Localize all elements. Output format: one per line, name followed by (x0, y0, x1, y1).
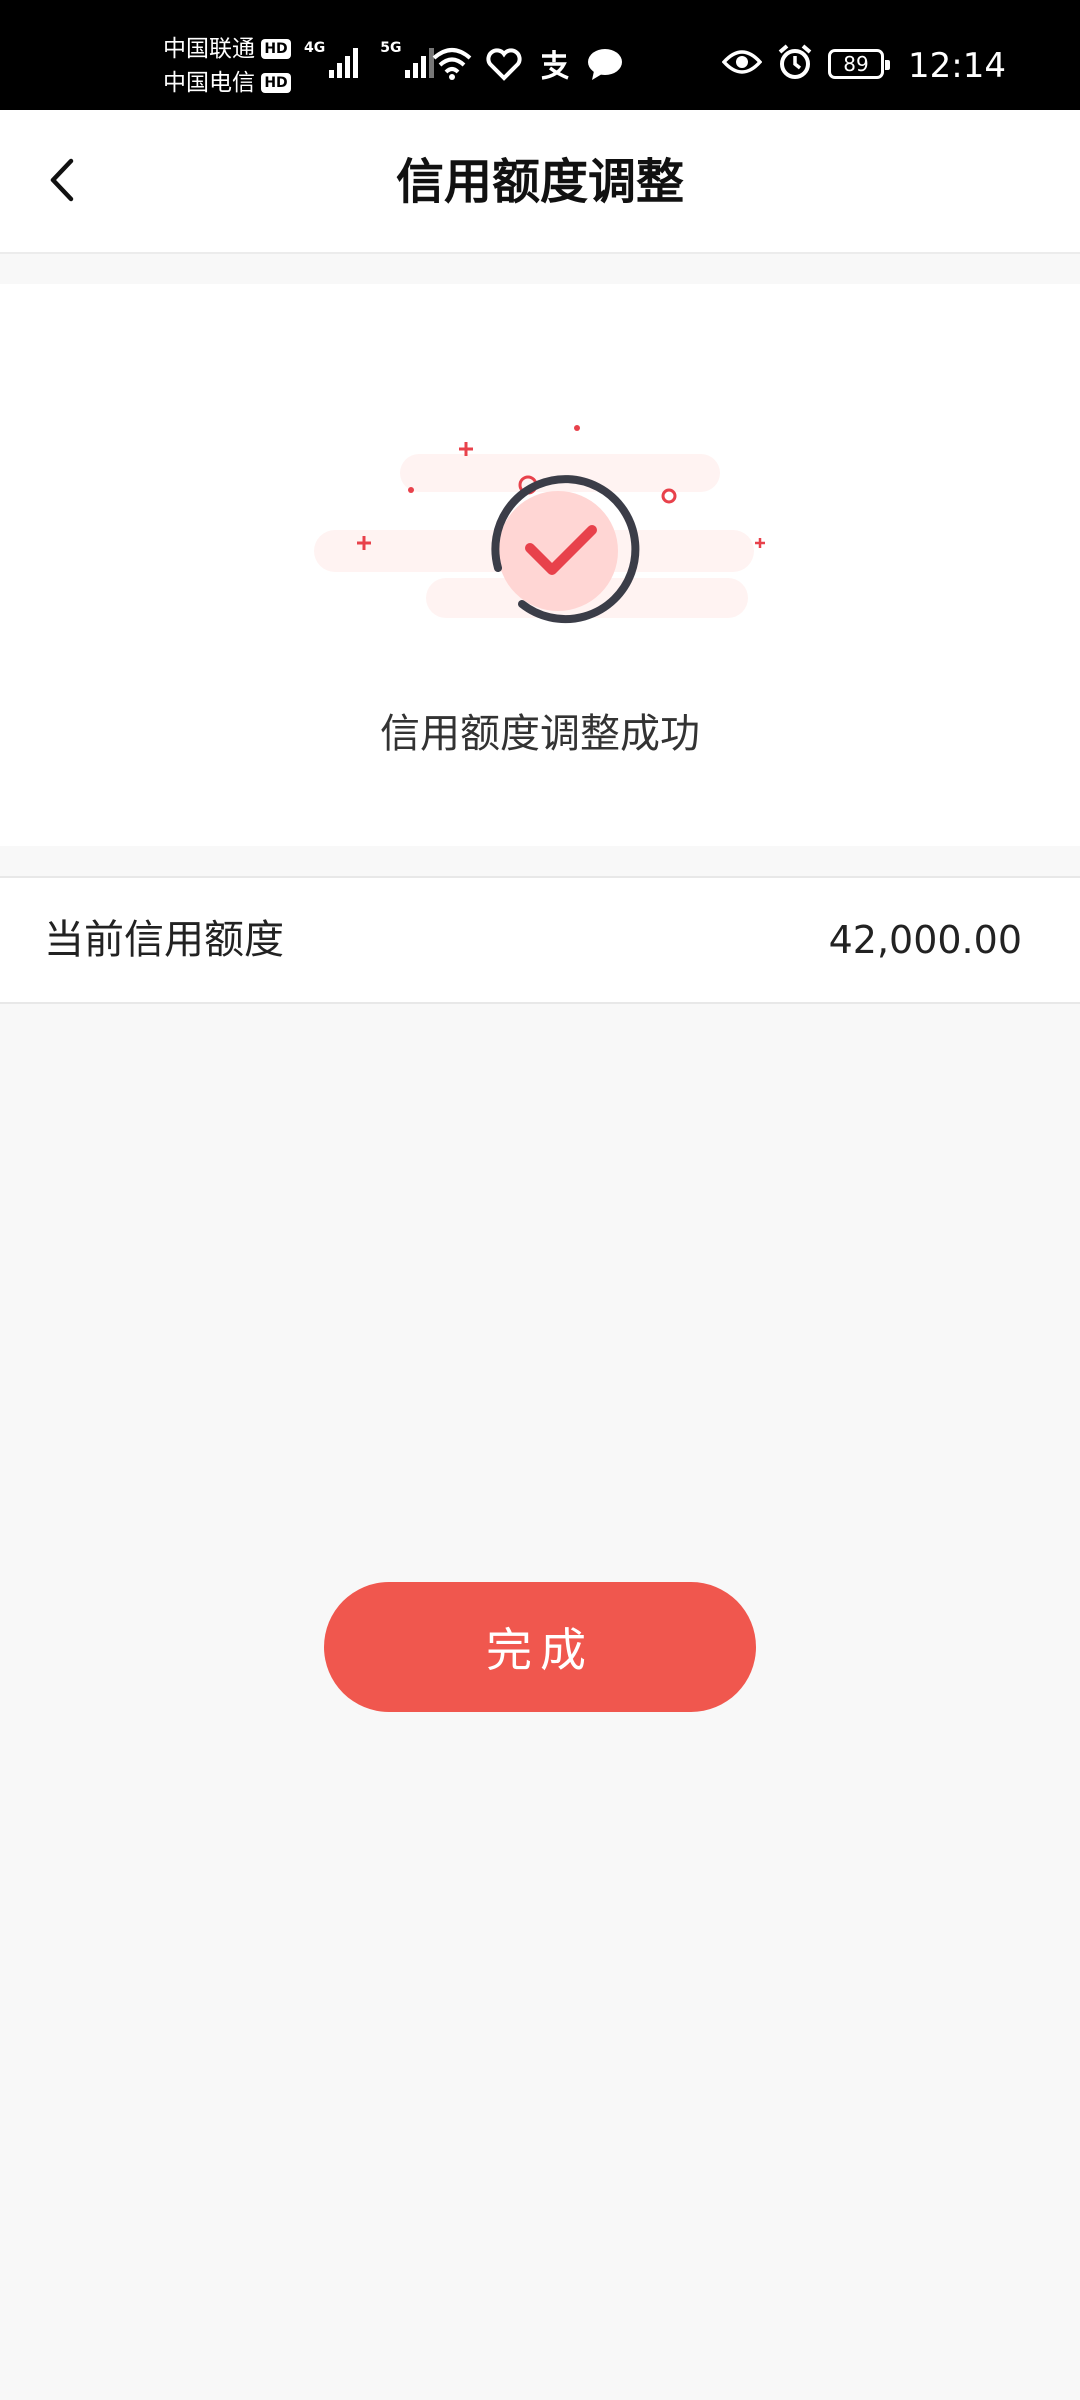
signal-4g-icon: 4G (304, 40, 359, 78)
done-button[interactable]: 完成 (324, 1582, 756, 1712)
result-message: 信用额度调整成功 (380, 711, 700, 757)
alipay-icon (536, 46, 572, 82)
credit-limit-label: 当前信用额度 (44, 917, 284, 963)
nav-bar: 信用额度调整 (0, 110, 1080, 254)
chevron-left-icon (47, 157, 77, 207)
battery-level: 89 (843, 52, 869, 76)
credit-limit-row: 当前信用额度 42,000.00 (0, 876, 1080, 1004)
eye-comfort-icon (721, 48, 763, 80)
hd-badge: HD (261, 39, 291, 59)
battery-icon: 89 (828, 49, 890, 79)
alarm-clock-icon (776, 43, 814, 85)
system-icons: 89 (721, 42, 890, 86)
message-bubble-icon (586, 47, 624, 81)
status-bar: 中国联通 HD 中国电信 HD 4G 5G 89 12:14 (0, 0, 1080, 110)
notification-icons (432, 44, 624, 84)
back-button[interactable] (30, 150, 94, 214)
status-time: 12:14 (908, 46, 1006, 86)
wifi-icon (432, 46, 472, 82)
result-card: 信用额度调整成功 (0, 284, 1080, 846)
network-type-2: 5G (380, 40, 402, 56)
credit-limit-value: 42,000.00 (828, 918, 1022, 962)
health-app-icon (486, 46, 522, 82)
signal-5g-icon: 5G (380, 40, 435, 78)
carrier-1-name: 中国联通 (163, 36, 255, 62)
network-type-1: 4G (304, 40, 326, 56)
carrier-2-name: 中国电信 (163, 70, 255, 96)
carrier-info: 中国联通 HD 中国电信 HD (163, 34, 291, 98)
signal-group: 4G 5G (304, 40, 435, 78)
success-illustration (300, 340, 780, 630)
hd-badge: HD (261, 73, 291, 93)
page-title: 信用额度调整 (395, 154, 684, 210)
